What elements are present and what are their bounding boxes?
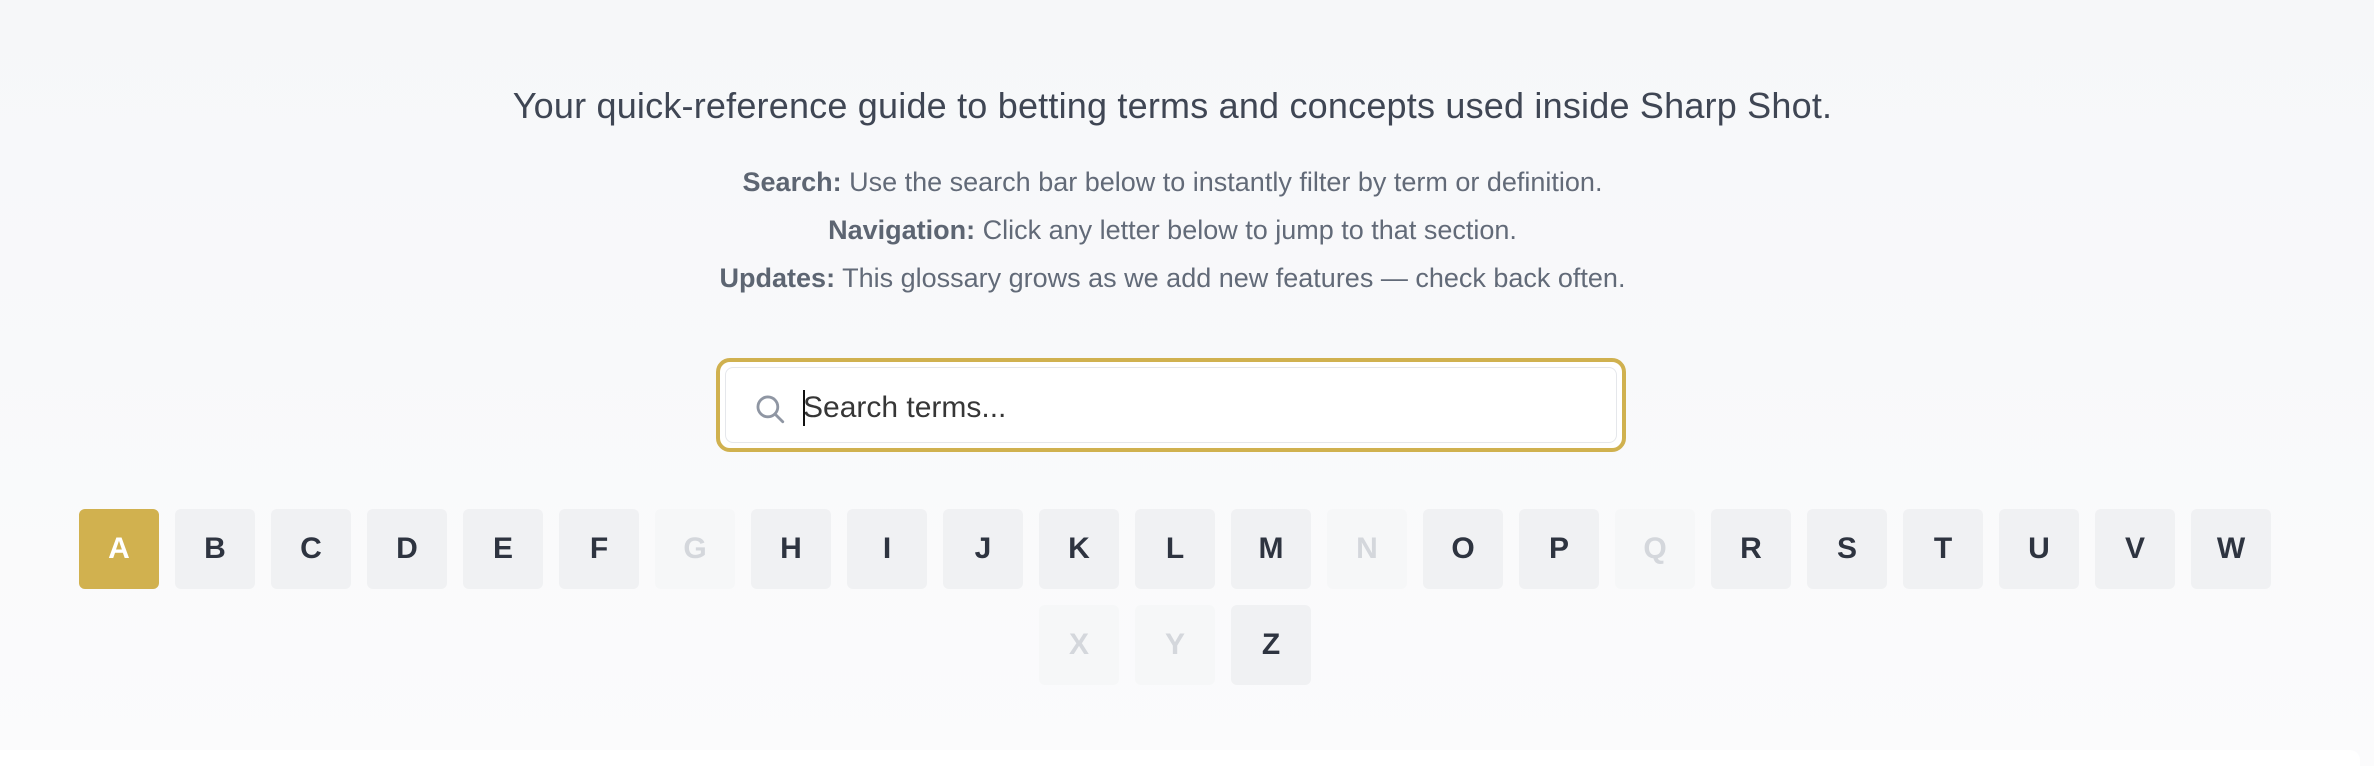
letter-button-i[interactable]: I — [847, 509, 927, 589]
letter-button-c[interactable]: C — [271, 509, 351, 589]
search-field-frame[interactable] — [725, 367, 1617, 443]
help-text-search: Use the search bar below to instantly fi… — [841, 167, 1603, 197]
glossary-tagline: Your quick-reference guide to betting te… — [512, 85, 1833, 126]
letter-button-w[interactable]: W — [2191, 509, 2271, 589]
help-line-navigation: Navigation: Click any letter below to ju… — [0, 206, 2345, 254]
letter-button-z[interactable]: Z — [1231, 605, 1311, 685]
letter-button-q: Q — [1615, 509, 1695, 589]
letter-button-o[interactable]: O — [1423, 509, 1503, 589]
letter-button-p[interactable]: P — [1519, 509, 1599, 589]
letter-button-y: Y — [1135, 605, 1215, 685]
letter-button-d[interactable]: D — [367, 509, 447, 589]
letter-button-r[interactable]: R — [1711, 509, 1791, 589]
text-cursor — [803, 390, 805, 426]
letter-button-t[interactable]: T — [1903, 509, 1983, 589]
letter-button-l[interactable]: L — [1135, 509, 1215, 589]
search-box[interactable] — [716, 358, 1626, 452]
letter-button-u[interactable]: U — [1999, 509, 2079, 589]
letter-button-s[interactable]: S — [1807, 509, 1887, 589]
help-line-search: Search: Use the search bar below to inst… — [0, 158, 2345, 206]
letter-button-a[interactable]: A — [79, 509, 159, 589]
help-text-updates: This glossary grows as we add new featur… — [835, 263, 1626, 293]
letter-button-j[interactable]: J — [943, 509, 1023, 589]
glossary-page: Your quick-reference guide to betting te… — [0, 0, 2374, 766]
letter-button-b[interactable]: B — [175, 509, 255, 589]
letter-button-g: G — [655, 509, 735, 589]
search-input[interactable] — [803, 380, 1583, 436]
help-text-navigation: Click any letter below to jump to that s… — [975, 215, 1517, 245]
letter-button-k[interactable]: K — [1039, 509, 1119, 589]
alphabet-nav: ABCDEFGHIJKLMNOPQRSTUVW XYZ — [75, 509, 2275, 685]
glossary-intro: Your quick-reference guide to betting te… — [0, 83, 2345, 302]
letter-button-x: X — [1039, 605, 1119, 685]
help-line-updates: Updates: This glossary grows as we add n… — [0, 254, 2345, 302]
letter-button-e[interactable]: E — [463, 509, 543, 589]
help-instructions: Search: Use the search bar below to inst… — [0, 158, 2345, 302]
letter-button-v[interactable]: V — [2095, 509, 2175, 589]
letter-button-h[interactable]: H — [751, 509, 831, 589]
content-panel-edge — [0, 750, 2360, 766]
help-label-navigation: Navigation: — [828, 215, 976, 245]
letter-button-n: N — [1327, 509, 1407, 589]
letter-button-m[interactable]: M — [1231, 509, 1311, 589]
help-label-updates: Updates: — [719, 263, 836, 293]
letter-button-f[interactable]: F — [559, 509, 639, 589]
search-icon — [756, 395, 785, 424]
help-label-search: Search: — [742, 167, 842, 197]
